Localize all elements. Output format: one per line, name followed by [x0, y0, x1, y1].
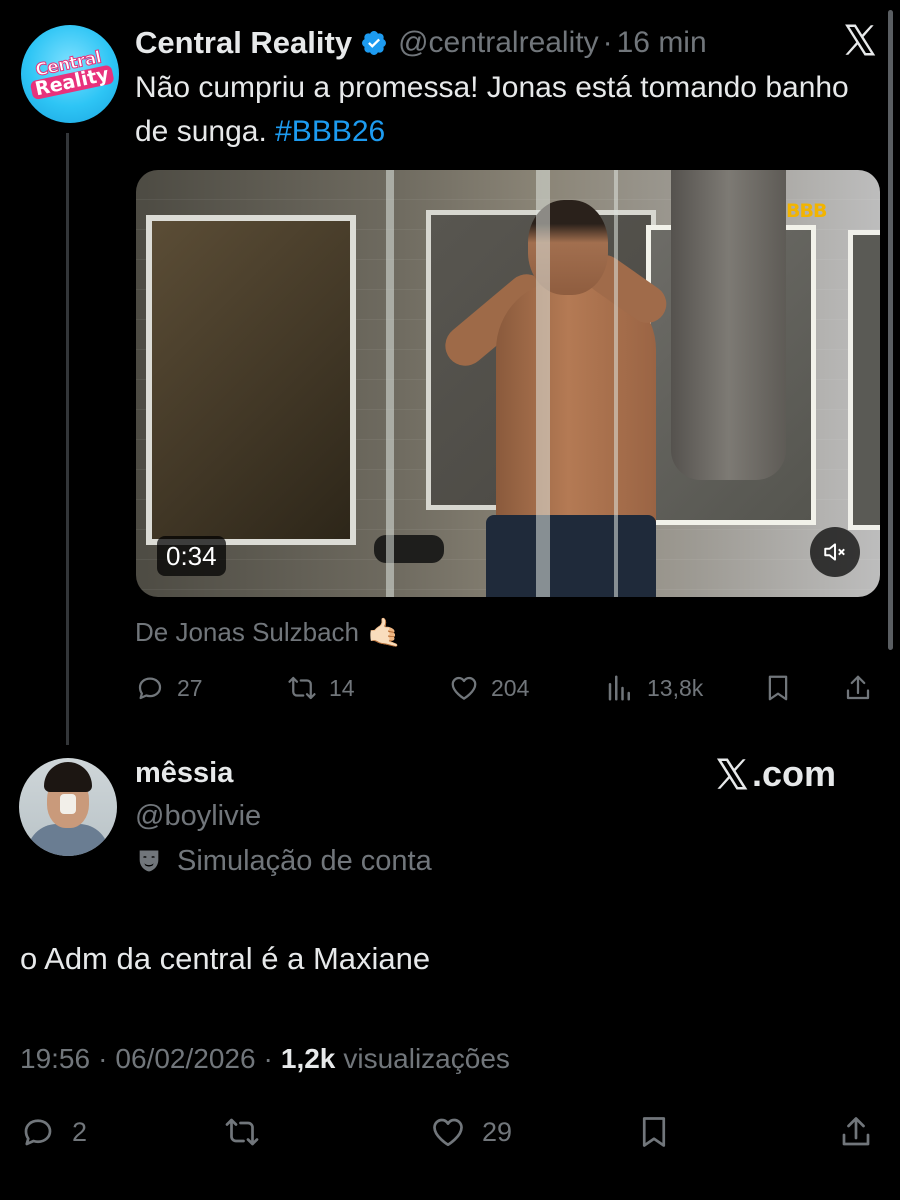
central-reality-logo: Central Reality [26, 47, 115, 101]
repost-button[interactable] [224, 1110, 260, 1154]
video-attribution[interactable]: De Jonas Sulzbach 🤙🏻 [135, 612, 402, 652]
tweet-body: Não cumpriu a promessa! Jonas está toman… [135, 71, 849, 148]
bookmark-button[interactable] [763, 668, 793, 708]
video-person [496, 280, 656, 550]
bookmark-button[interactable] [636, 1110, 672, 1154]
mirror-left [146, 215, 356, 545]
watermark-text: .com [752, 753, 837, 794]
like-button[interactable]: 204 [449, 668, 529, 708]
glass-edge [614, 170, 618, 597]
call-me-hand-emoji: 🤙🏻 [367, 616, 402, 648]
account-label-text: Simulação de conta [177, 844, 432, 877]
repost-icon [225, 1118, 259, 1146]
views-count[interactable]: 1,2k [281, 1043, 336, 1075]
theater-mask-icon [139, 850, 159, 872]
separator-dot: · [602, 26, 613, 59]
post-metadata: 19:56 · 06/02/2026 · 1,2k visualizações [20, 1038, 510, 1080]
post-time[interactable]: 19:56 [20, 1043, 90, 1075]
avatar-hair [44, 762, 92, 792]
author-handle[interactable]: @centralreality · 16 min [398, 26, 707, 60]
parody-account-label: Simulação de conta [135, 840, 432, 882]
reply-text: o Adm da central é a Maxiane [20, 941, 431, 976]
reply-author-name[interactable]: mêssia [135, 752, 233, 794]
quoted-tweet-actions: 27 14 204 13,8k [135, 668, 880, 708]
hashtag-link[interactable]: #BBB26 [275, 115, 385, 148]
reply-count: 27 [177, 674, 203, 701]
handle-text: @centralreality [398, 26, 599, 59]
like-count: 204 [491, 674, 530, 701]
video-player[interactable]: BBB 0:34 [136, 170, 880, 597]
separator-dot: · [263, 1043, 273, 1074]
verified-badge-icon [362, 31, 387, 55]
bookmark-icon [768, 675, 788, 701]
x-logo-icon [716, 758, 748, 790]
quoted-tweet-text: Não cumpriu a promessa! Jonas está toman… [135, 66, 855, 154]
share-button[interactable] [838, 1110, 874, 1154]
post-time: 16 min [616, 26, 707, 59]
video-towel [671, 170, 786, 480]
muted-speaker-icon [824, 543, 845, 561]
quoted-tweet-header: Central Reality @centralreality · 16 min [135, 23, 707, 63]
bookmark-icon [642, 1117, 666, 1147]
video-swimwear [486, 515, 656, 597]
bbb-watermark: BBB [786, 200, 827, 222]
repost-icon [288, 676, 316, 700]
repost-button[interactable]: 14 [287, 668, 355, 708]
repost-count: 14 [329, 674, 355, 701]
reply-actions: 2 29 [20, 1110, 880, 1154]
separator-dot: · [98, 1043, 108, 1074]
share-icon [842, 1117, 870, 1146]
avatar-shirt [27, 824, 109, 856]
author-name[interactable]: Central Reality [135, 25, 352, 61]
reply-author-handle[interactable]: @boylivie [135, 796, 261, 836]
glass-edge [536, 170, 550, 597]
reply-button[interactable]: 2 [20, 1110, 87, 1154]
mirror-edge [848, 230, 880, 530]
reply-icon [138, 677, 162, 700]
reply-button[interactable]: 27 [135, 668, 203, 708]
views-label: visualizações [343, 1043, 510, 1074]
like-button[interactable]: 29 [430, 1110, 512, 1154]
views-chart-icon [608, 675, 630, 701]
scrollbar[interactable] [888, 10, 893, 650]
share-button[interactable] [843, 668, 873, 708]
glass-edge [386, 170, 394, 597]
share-icon [846, 675, 870, 700]
x-logo-icon [845, 24, 876, 56]
views-count: 13,8k [647, 674, 704, 701]
central-reality-avatar[interactable]: Central Reality [21, 25, 119, 123]
attribution-text: De Jonas Sulzbach [135, 616, 360, 647]
xcom-watermark: .com [713, 752, 836, 796]
views-button[interactable]: 13,8k [605, 668, 703, 708]
mute-button[interactable] [810, 527, 860, 577]
heart-icon [433, 1118, 463, 1147]
video-faucet [374, 535, 444, 563]
avatar-nose-bandage [60, 794, 76, 814]
user-avatar[interactable] [19, 758, 117, 856]
heart-icon [451, 676, 477, 700]
reply-count: 2 [72, 1116, 88, 1147]
thread-line [66, 133, 69, 745]
reply-icon [24, 1119, 52, 1146]
video-duration: 0:34 [157, 536, 226, 576]
post-date[interactable]: 06/02/2026 [115, 1043, 255, 1075]
like-count: 29 [482, 1116, 513, 1147]
